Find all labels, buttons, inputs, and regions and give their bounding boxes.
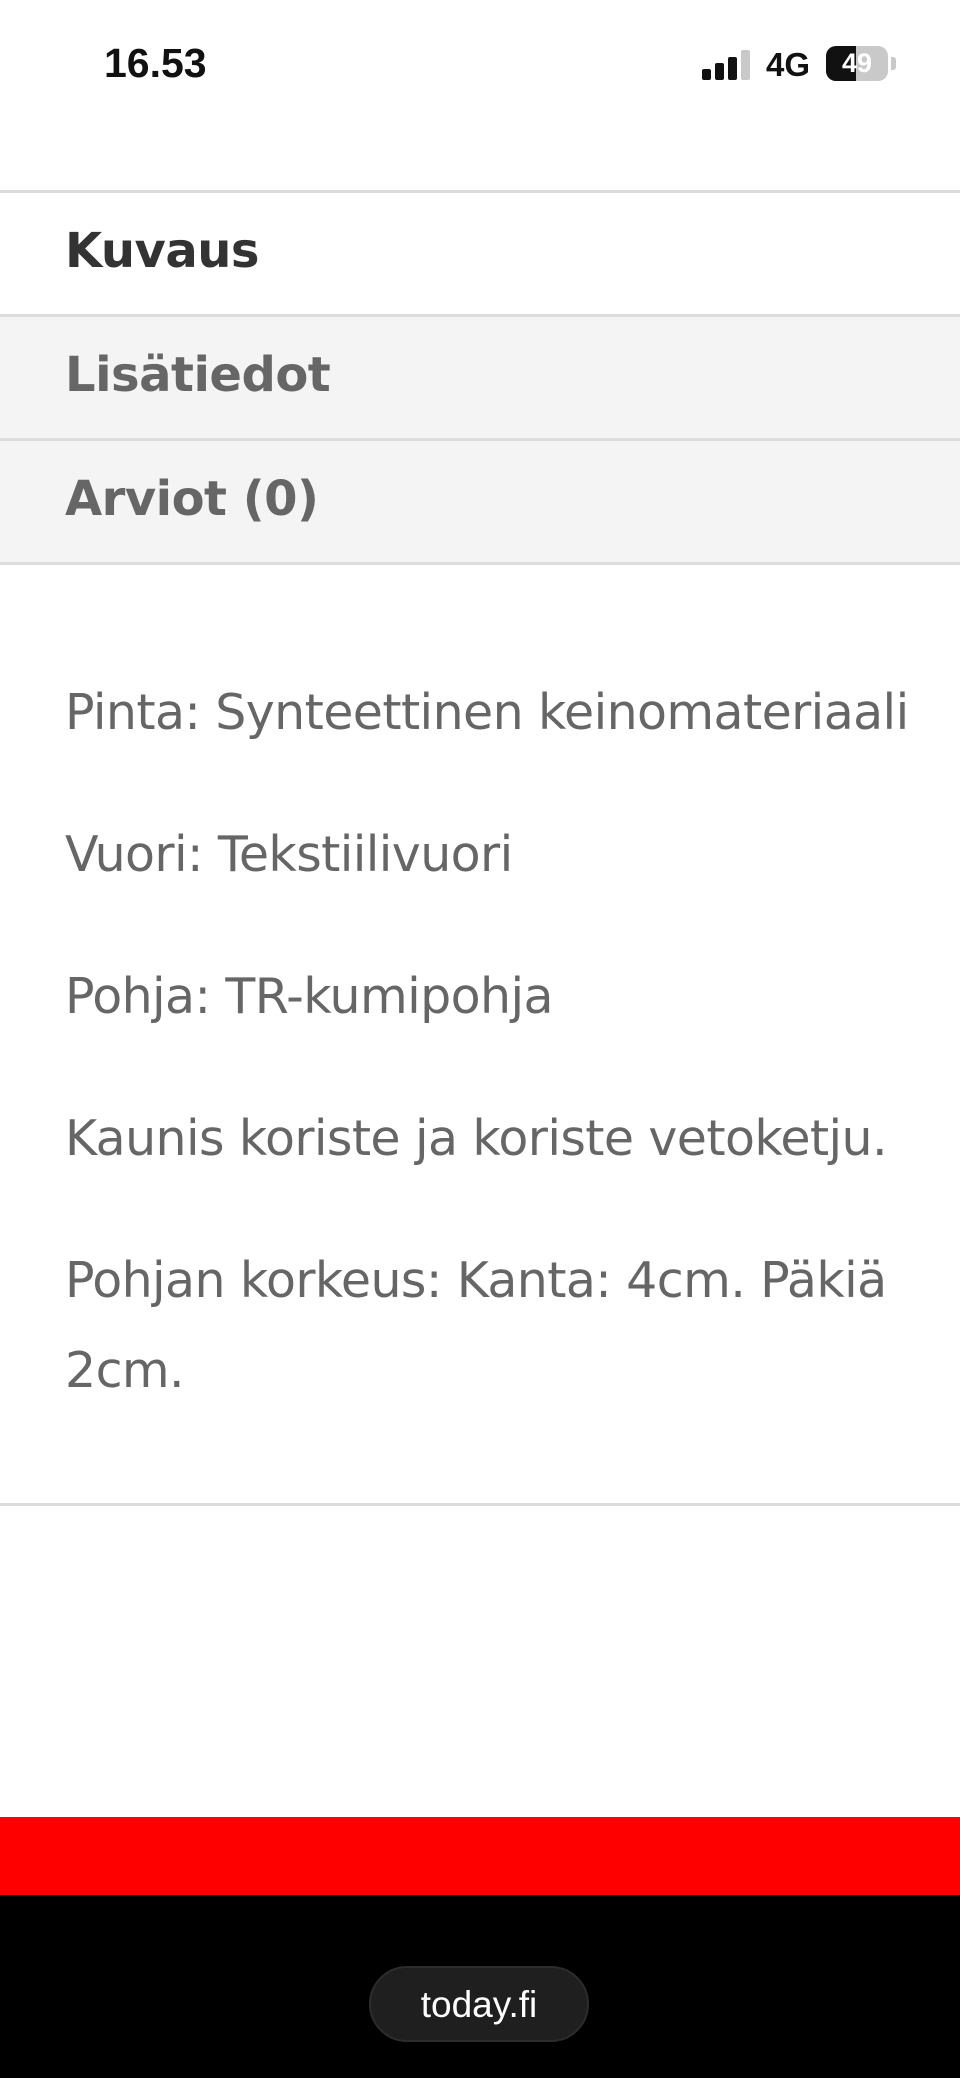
battery-percentage: 49 xyxy=(841,48,873,78)
address-bar-url: today.fi xyxy=(420,1984,538,2025)
tab-label: Arviot (0) xyxy=(65,471,319,527)
cellular-signal-icon xyxy=(702,50,750,80)
tab-lisatiedot[interactable]: Lisätiedot xyxy=(0,317,960,441)
footer-red-band xyxy=(0,1817,960,1895)
tab-kuvaus[interactable]: Kuvaus xyxy=(0,193,960,317)
product-description: Pinta: Synteettinen keinomateriaali Vuor… xyxy=(65,668,960,1416)
description-line: Pinta: Synteettinen keinomateriaali xyxy=(65,684,909,741)
description-line: Pohja: TR-kumipohja xyxy=(65,968,553,1025)
status-bar: 16.53 4G 49 xyxy=(0,0,960,130)
network-type: 4G xyxy=(766,46,811,83)
tab-arviot[interactable]: Arviot (0) xyxy=(0,441,960,565)
product-tabs: Kuvaus Lisätiedot Arviot (0) xyxy=(0,190,960,565)
section-divider xyxy=(0,1503,960,1506)
battery-cap xyxy=(891,57,896,70)
address-bar[interactable]: today.fi xyxy=(369,1966,589,2042)
description-line: Vuori: Tekstiilivuori xyxy=(65,826,513,883)
battery-icon: 49 xyxy=(826,46,888,81)
tab-label: Lisätiedot xyxy=(65,347,331,403)
description-line: Pohjan korkeus: Kanta: 4cm. Päkiä 2cm. xyxy=(65,1252,887,1399)
status-time: 16.53 xyxy=(104,40,207,86)
description-line: Kaunis koriste ja koriste vetoketju. xyxy=(65,1110,888,1167)
tab-label: Kuvaus xyxy=(65,223,259,279)
